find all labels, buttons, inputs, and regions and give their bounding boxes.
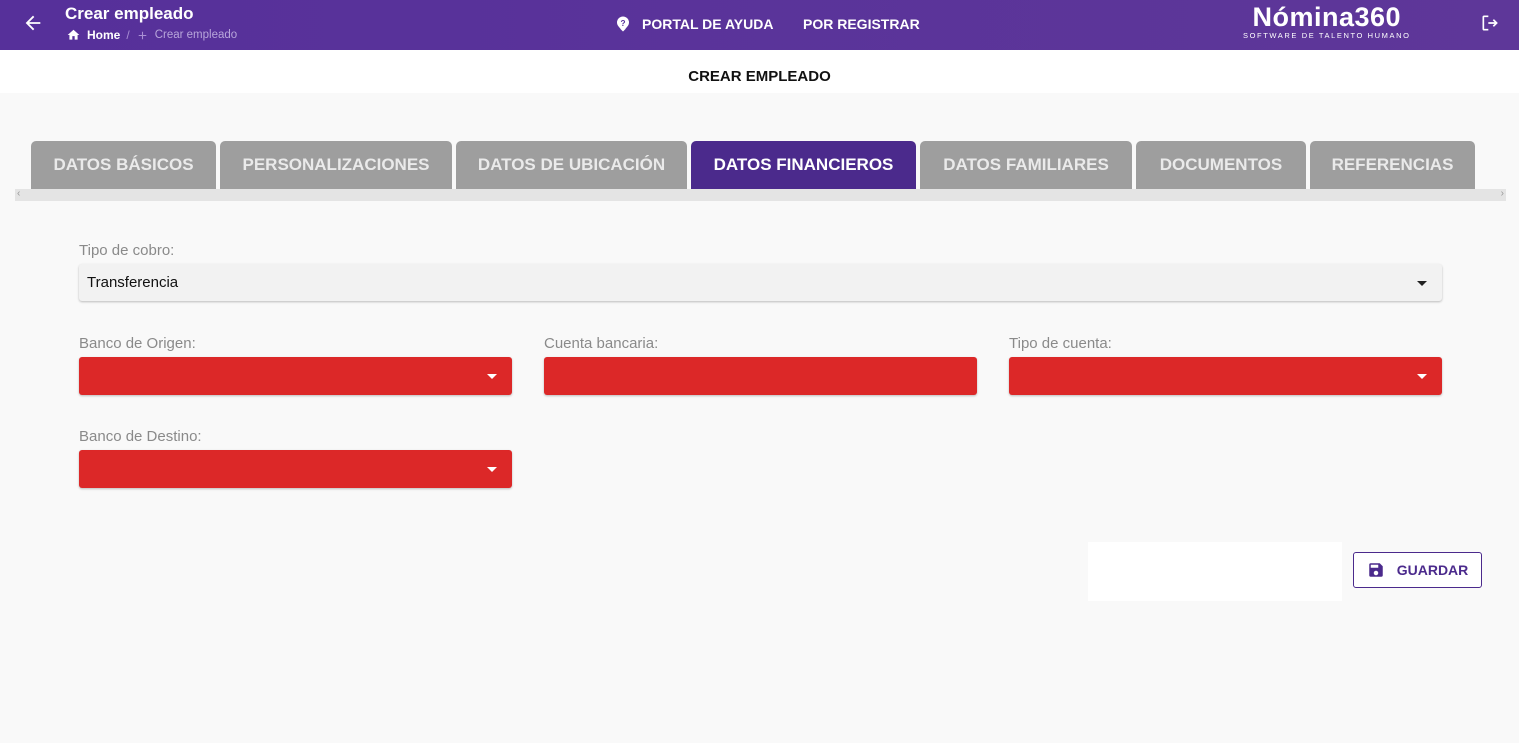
banco-destino-label: Banco de Destino: [79, 428, 202, 445]
banco-origen-label: Banco de Origen: [79, 335, 196, 352]
banco-destino-select[interactable] [79, 450, 512, 488]
save-icon [1368, 563, 1383, 577]
tab-personalizaciones[interactable]: PERSONALIZACIONES [220, 141, 452, 189]
home-icon[interactable] [66, 28, 81, 42]
blank-panel [1088, 542, 1342, 601]
save-button-label: GUARDAR [1396, 562, 1469, 578]
tab-documentos[interactable]: DOCUMENTOS [1136, 141, 1306, 189]
brand-tagline: SOFTWARE DE TALENTO HUMANO [1243, 31, 1411, 40]
tipo-cobro-value: Transferencia [87, 274, 179, 291]
tipo-cuenta-select[interactable] [1009, 357, 1442, 395]
brand-logo: Nómina360 SOFTWARE DE TALENTO HUMANO [1243, 1, 1411, 40]
back-arrow-icon[interactable] [22, 12, 44, 34]
brand-name: Nómina360 [1252, 2, 1402, 32]
subheader: CREAR EMPLEADO [0, 50, 1519, 93]
breadcrumb-separator: / [126, 28, 130, 42]
help-portal-label: PORTAL DE AYUDA [642, 16, 774, 32]
chevron-down-icon [1417, 374, 1427, 379]
logout-icon[interactable] [1480, 13, 1500, 33]
chevron-down-icon [1417, 281, 1427, 286]
tab-datos-familiares[interactable]: DATOS FAMILIARES [920, 141, 1132, 189]
breadcrumb-current: Crear empleado [154, 29, 238, 41]
help-portal-link[interactable]: ? PORTAL DE AYUDA [614, 15, 773, 33]
help-icon: ? [617, 16, 629, 32]
tab-datos-financieros[interactable]: DATOS FINANCIEROS [691, 141, 916, 189]
tab-referencias[interactable]: REFERENCIAS [1310, 141, 1475, 189]
page-title: Crear empleado [65, 4, 194, 23]
register-link[interactable]: POR REGISTRAR [803, 16, 920, 32]
scroll-right-icon[interactable]: › [1501, 188, 1504, 199]
breadcrumb: Home / Crear empleado [66, 28, 237, 42]
tab-datos-ubicacion[interactable]: DATOS DE UBICACIÓN [456, 141, 687, 189]
plus-icon [138, 31, 146, 39]
top-bar: Crear empleado Home / Crear empleado ? P… [0, 0, 1519, 50]
tipo-cobro-select[interactable]: Transferencia [79, 264, 1442, 301]
tipo-cuenta-label: Tipo de cuenta: [1009, 335, 1112, 352]
tipo-cobro-label: Tipo de cobro: [79, 242, 175, 259]
form-title: CREAR EMPLEADO [688, 68, 831, 85]
chevron-down-icon [487, 374, 497, 379]
tab-bar: DATOS BÁSICOS PERSONALIZACIONES DATOS DE… [31, 141, 1475, 189]
banco-origen-select[interactable] [79, 357, 512, 395]
cuenta-bancaria-input[interactable] [544, 357, 977, 395]
scroll-left-icon[interactable]: ‹ [17, 188, 20, 199]
save-button[interactable]: GUARDAR [1353, 552, 1482, 588]
tab-scrollbar[interactable]: ‹ › [15, 188, 1506, 201]
cuenta-bancaria-label: Cuenta bancaria: [544, 335, 659, 352]
tab-datos-basicos[interactable]: DATOS BÁSICOS [31, 141, 216, 189]
breadcrumb-home[interactable]: Home [87, 28, 120, 42]
chevron-down-icon [487, 467, 497, 472]
svg-text:?: ? [620, 19, 625, 28]
